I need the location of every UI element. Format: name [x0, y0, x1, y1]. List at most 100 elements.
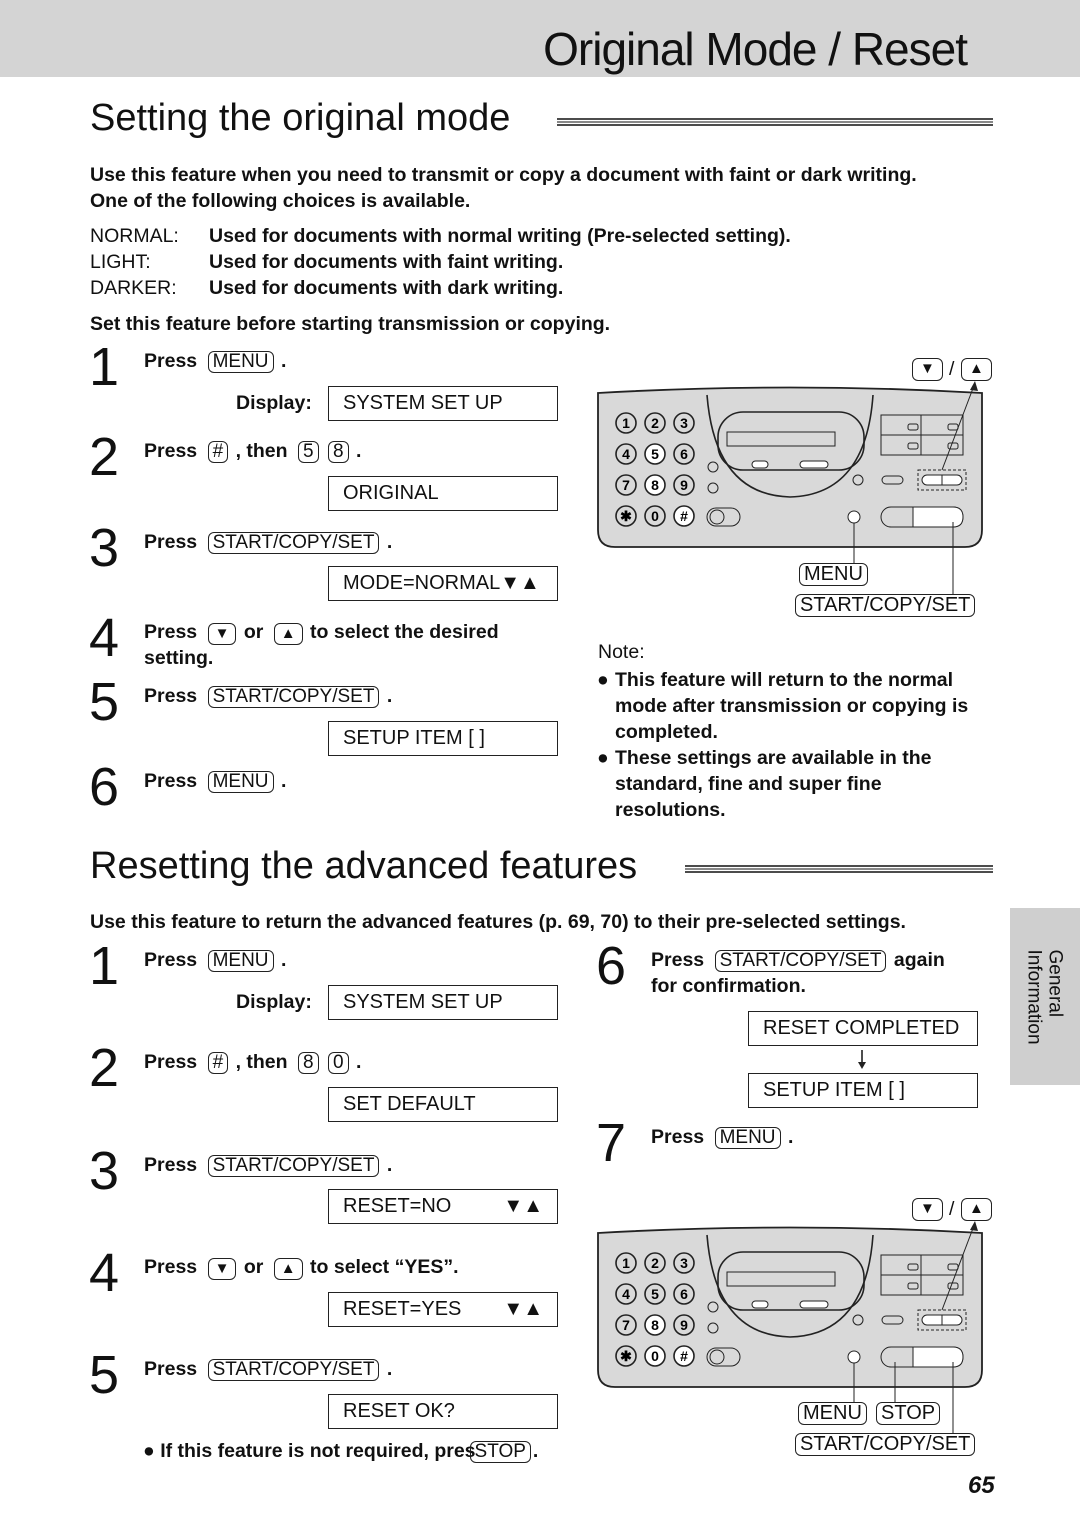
- step-instruction: setting.: [144, 647, 214, 669]
- page-number: 65: [968, 1472, 995, 1499]
- step-number: 2: [89, 1038, 120, 1098]
- note-text: These settings are available in the: [615, 747, 932, 769]
- keypad-key-label: 6: [680, 1286, 688, 1302]
- step-instruction: Press START/COPY/SET .: [144, 685, 395, 708]
- stop-note-end: .: [532, 1440, 539, 1462]
- key-0: 0: [327, 1052, 349, 1074]
- menu-label: MENU: [798, 1402, 867, 1425]
- note-title: Note:: [598, 641, 645, 663]
- step-text: .: [386, 1358, 393, 1380]
- display-box: RESET=NO ▼▲: [328, 1189, 558, 1224]
- stop-note-text: If this feature is not required, pres: [160, 1440, 476, 1462]
- keypad-key-label: 3: [680, 415, 688, 431]
- step-text: or: [243, 621, 264, 643]
- display-box: RESET COMPLETED: [748, 1011, 978, 1046]
- menu-label: MENU: [799, 563, 868, 586]
- keypad-key-label: 5: [651, 446, 659, 462]
- step-text: .: [280, 770, 287, 792]
- key--: #: [207, 1052, 229, 1074]
- step-number: 3: [89, 1141, 120, 1201]
- step-number: 4: [89, 1243, 120, 1303]
- step-number: 5: [89, 672, 120, 732]
- display-arrows: ▼▲: [503, 1298, 543, 1320]
- key--: #: [207, 441, 229, 463]
- start-button: [912, 1346, 964, 1368]
- arrowhead: [970, 381, 978, 391]
- keypad-key-label: 9: [680, 477, 688, 493]
- step-text: , then: [235, 1051, 288, 1073]
- button: [947, 423, 959, 431]
- display-box: SYSTEM SET UP: [328, 985, 558, 1020]
- button: [751, 460, 769, 469]
- section-heading-reset: Resetting the advanced features: [90, 845, 638, 887]
- key-menu: MENU: [207, 771, 274, 793]
- step-instruction: Press # , then 8 0 .: [144, 1051, 364, 1074]
- button: [947, 442, 959, 450]
- step-text: to select the desired: [310, 621, 499, 643]
- key-start-copy-set: START/COPY/SET: [207, 1155, 380, 1177]
- button: [881, 1315, 904, 1325]
- step-text: Press: [144, 770, 198, 792]
- step-text: .: [386, 1154, 393, 1176]
- step-instruction: Press MENU .: [144, 949, 289, 972]
- display-box: RESET OK?: [328, 1394, 558, 1429]
- keypad-key-label: 7: [622, 1317, 630, 1333]
- keypad-key-label: 7: [622, 477, 630, 493]
- step-instruction: Press MENU .: [651, 1126, 796, 1149]
- bullet-icon: ●: [597, 747, 609, 769]
- button: [947, 1282, 959, 1290]
- step-text: Press: [144, 949, 198, 971]
- keypad-key-label: 3: [680, 1255, 688, 1271]
- keypad-key-label: ✱: [620, 508, 632, 524]
- up-arrow-icon: ▲: [961, 1198, 992, 1221]
- intro-text: Use this feature when you need to transm…: [90, 164, 917, 186]
- instruction-text: Set this feature before starting transmi…: [90, 313, 611, 335]
- button: [907, 1263, 919, 1271]
- step-text: Press: [651, 1126, 705, 1148]
- key-8: 8: [327, 441, 349, 463]
- step-text: .: [386, 531, 393, 553]
- step-instruction: Press # , then 5 8 .: [144, 440, 364, 463]
- step-number: 6: [89, 757, 120, 817]
- keypad-key-label: 6: [680, 446, 688, 462]
- step-instruction: Press MENU .: [144, 770, 289, 793]
- start-button: [912, 506, 964, 528]
- button: [907, 1282, 919, 1290]
- step-number: 5: [89, 1345, 120, 1405]
- step-text: or: [243, 1256, 264, 1278]
- lcd-display: [726, 1271, 836, 1287]
- display-arrows: ▼▲: [503, 1195, 543, 1217]
- down-arrow-icon: ▼: [207, 1258, 237, 1280]
- key-menu: MENU: [207, 351, 274, 373]
- step-text: Press: [144, 1051, 198, 1073]
- down-arrow-icon: ▼: [912, 1198, 943, 1221]
- keypad-key-label: 9: [680, 1317, 688, 1333]
- button: [799, 460, 829, 469]
- step-number: 3: [89, 518, 120, 578]
- display-text: RESET=NO: [343, 1195, 452, 1217]
- option-description: Used for documents with dark writing.: [209, 277, 564, 299]
- step-instruction: Press START/COPY/SET .: [144, 1358, 395, 1381]
- button: [907, 442, 919, 450]
- note-text: This feature will return to the normal: [615, 669, 954, 691]
- indicator: [707, 1301, 719, 1313]
- key-8: 8: [297, 1052, 319, 1074]
- step-text: .: [280, 949, 287, 971]
- keypad-key-label: 4: [622, 1286, 630, 1302]
- key-menu: MENU: [714, 1127, 781, 1149]
- up-arrow-icon: ▲: [961, 358, 992, 381]
- step-text: .: [355, 440, 362, 462]
- option-label: DARKER:: [90, 277, 177, 299]
- keypad-key-label: 5: [651, 1286, 659, 1302]
- display-label: Display:: [236, 392, 312, 414]
- button: [881, 475, 904, 485]
- slash: /: [949, 358, 955, 380]
- step-text: Press: [144, 531, 198, 553]
- step-text: Press: [144, 350, 198, 372]
- key-start-copy-set: START/COPY/SET: [207, 1359, 380, 1381]
- start-copy-set-label: START/COPY/SET: [795, 1433, 976, 1456]
- button: [751, 1300, 769, 1309]
- lcd-display: [726, 431, 836, 447]
- step-number: 1: [89, 936, 120, 996]
- start-copy-set-label: START/COPY/SET: [795, 594, 976, 617]
